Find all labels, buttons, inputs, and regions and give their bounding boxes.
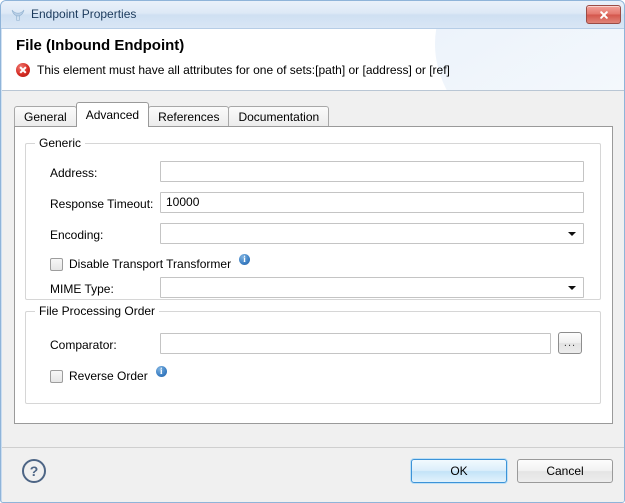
- dialog-button-bar: OK Cancel: [2, 447, 625, 503]
- app-icon: [10, 7, 26, 23]
- dialog-body: General Advanced References Documentatio…: [2, 91, 625, 447]
- tab-general[interactable]: General: [14, 106, 77, 126]
- window-title: Endpoint Properties: [31, 7, 136, 21]
- disable-transport-transformer-row[interactable]: Disable Transport Transformer: [50, 257, 250, 271]
- tab-references[interactable]: References: [148, 106, 229, 126]
- reverse-order-row[interactable]: Reverse Order: [50, 369, 167, 383]
- info-icon[interactable]: [156, 366, 167, 377]
- tab-panel-advanced: Generic Address: Response Timeout: 10000…: [14, 126, 613, 424]
- disable-transport-transformer-checkbox[interactable]: [50, 258, 63, 271]
- dialog-header: File (Inbound Endpoint) This element mus…: [2, 29, 625, 91]
- comparator-input[interactable]: [160, 333, 551, 354]
- validation-message-row: This element must have all attributes fo…: [16, 63, 450, 77]
- info-icon[interactable]: [239, 254, 250, 265]
- encoding-combobox[interactable]: [160, 223, 584, 244]
- ellipsis-icon: ...: [559, 338, 581, 349]
- page-title: File (Inbound Endpoint): [16, 37, 184, 54]
- address-label: Address:: [50, 166, 97, 180]
- mime-type-label: MIME Type:: [50, 282, 114, 296]
- group-generic-title: Generic: [35, 136, 85, 150]
- validation-message: This element must have all attributes fo…: [37, 63, 450, 77]
- help-icon[interactable]: [22, 459, 46, 483]
- chevron-down-icon: [568, 232, 576, 236]
- comparator-browse-button[interactable]: ...: [558, 332, 582, 354]
- reverse-order-checkbox[interactable]: [50, 370, 63, 383]
- group-generic: Generic Address: Response Timeout: 10000…: [25, 143, 601, 300]
- title-bar: Endpoint Properties: [1, 1, 625, 29]
- tab-documentation[interactable]: Documentation: [228, 106, 329, 126]
- address-input[interactable]: [160, 161, 584, 182]
- response-timeout-label: Response Timeout:: [50, 197, 153, 211]
- chevron-down-icon: [568, 286, 576, 290]
- reverse-order-label: Reverse Order: [69, 369, 148, 383]
- group-file-processing-order: File Processing Order Comparator: ... Re…: [25, 311, 601, 404]
- tab-strip: General Advanced References Documentatio…: [14, 104, 328, 126]
- close-icon[interactable]: [586, 5, 621, 24]
- ok-button[interactable]: OK: [411, 459, 507, 483]
- comparator-label: Comparator:: [50, 338, 117, 352]
- encoding-label: Encoding:: [50, 228, 103, 242]
- mime-type-combobox[interactable]: [160, 277, 584, 298]
- endpoint-properties-dialog: Endpoint Properties File (Inbound Endpoi…: [0, 0, 625, 503]
- response-timeout-input[interactable]: 10000: [160, 192, 584, 213]
- header-sheen: [435, 29, 625, 91]
- tab-advanced[interactable]: Advanced: [76, 102, 149, 126]
- disable-transport-transformer-label: Disable Transport Transformer: [69, 257, 231, 271]
- error-icon: [16, 63, 30, 77]
- group-file-processing-order-title: File Processing Order: [35, 304, 159, 318]
- cancel-button[interactable]: Cancel: [517, 459, 613, 483]
